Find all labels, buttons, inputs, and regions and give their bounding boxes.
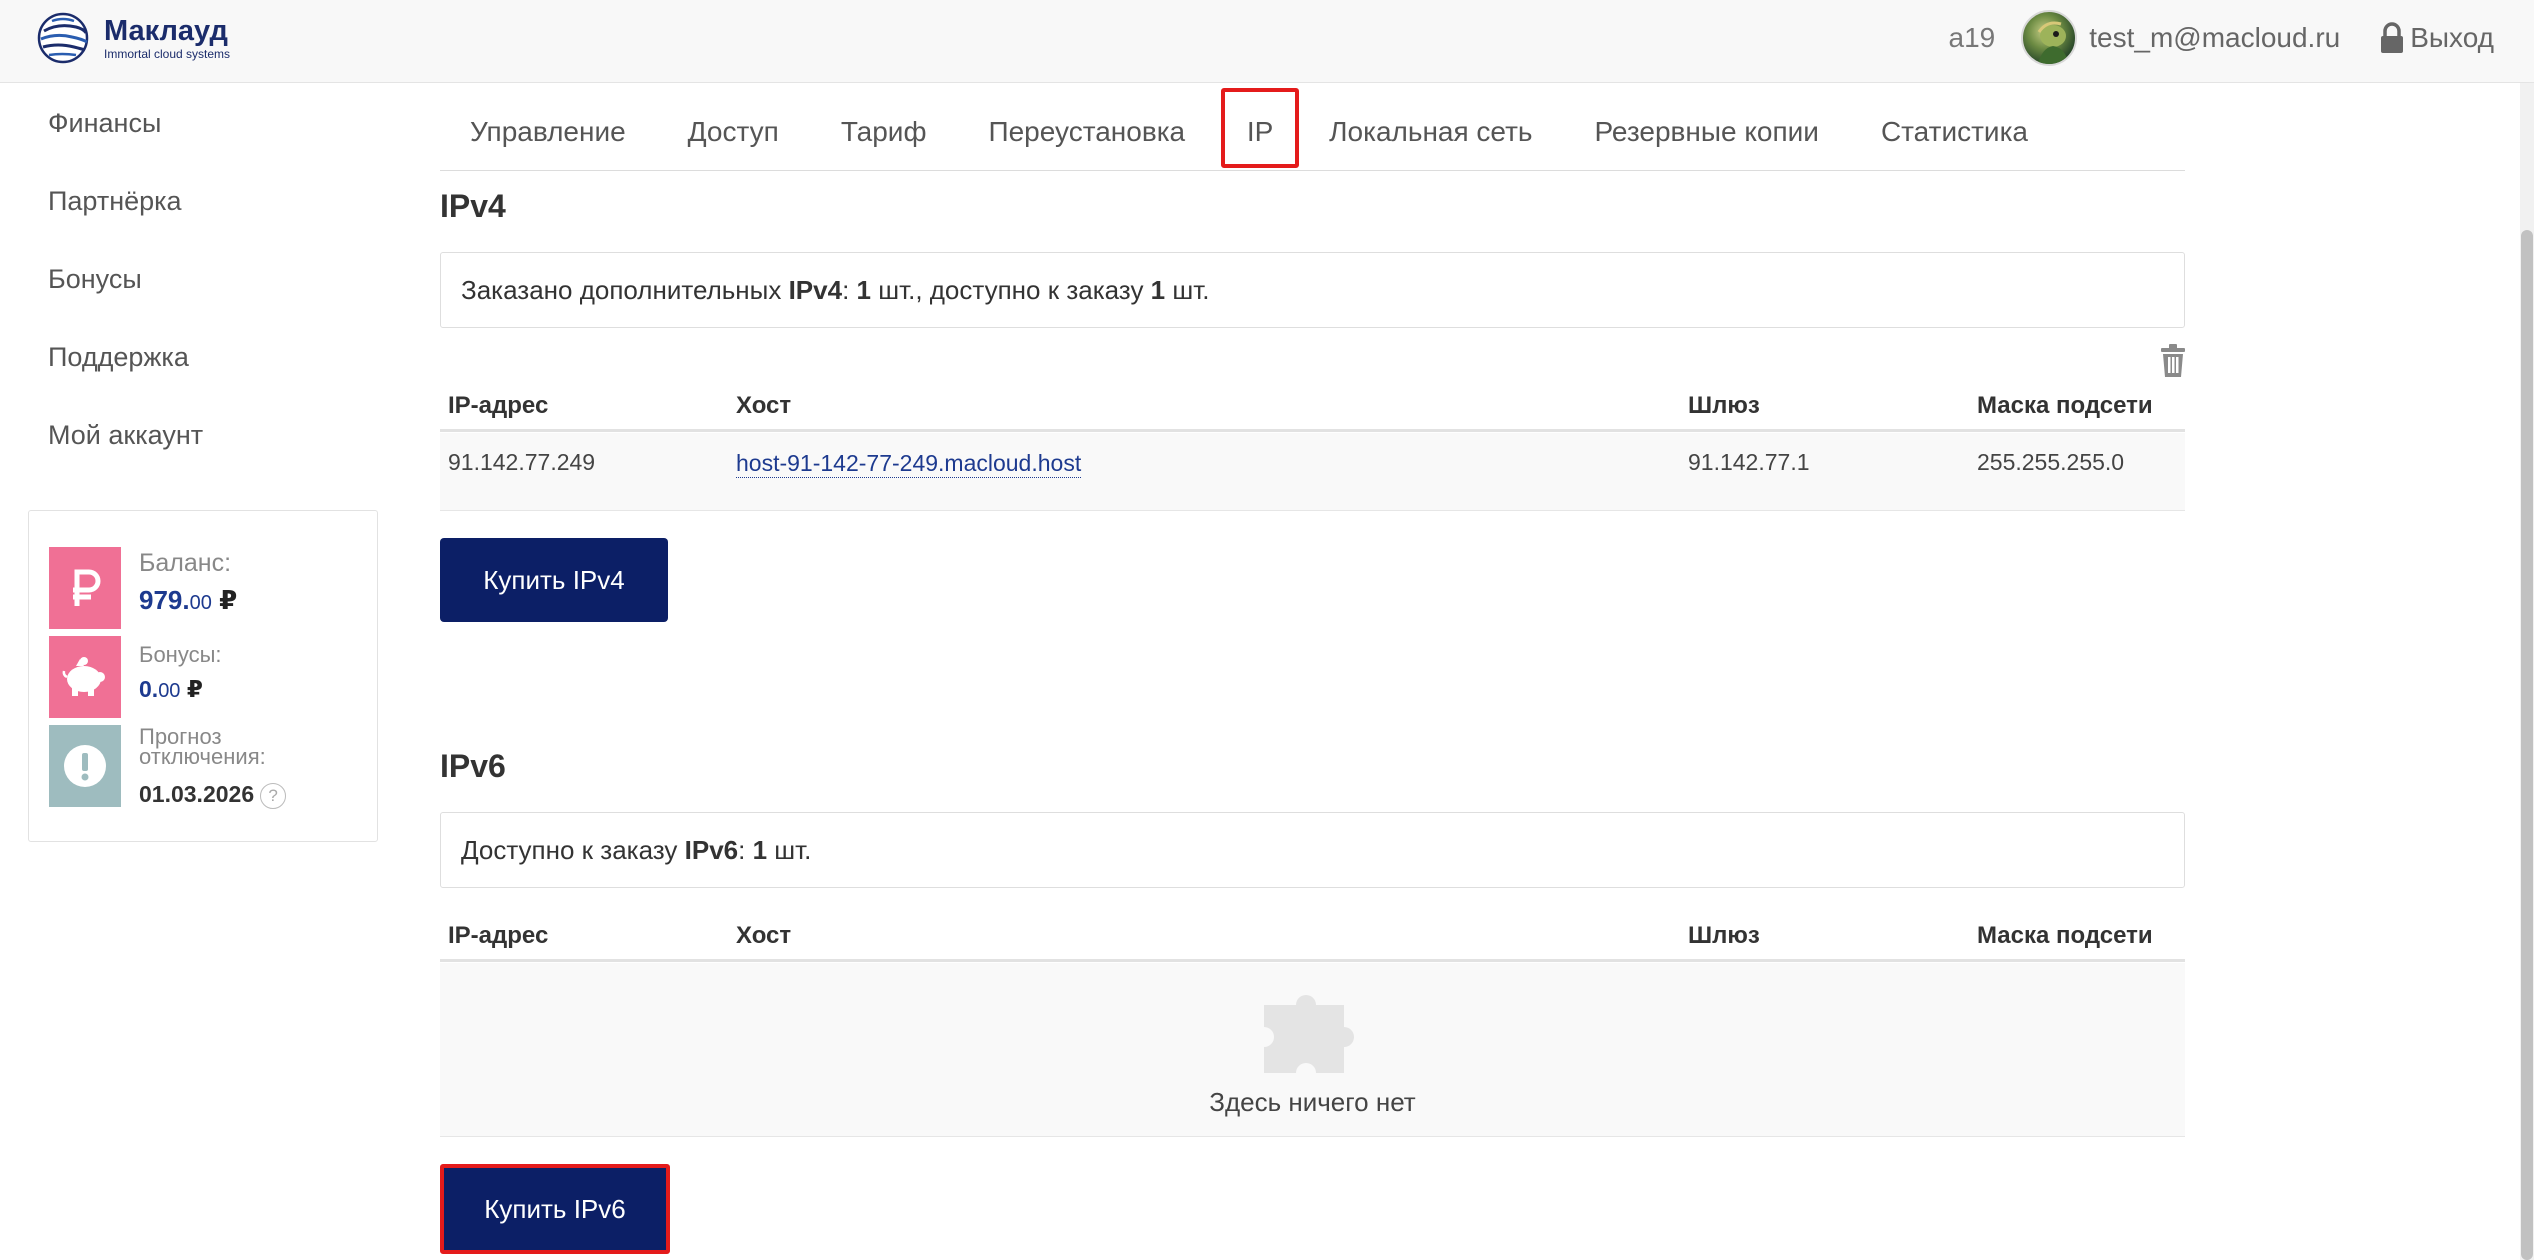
column-gateway: Шлюз <box>1688 922 1760 949</box>
tab-reinstall[interactable]: Переустановка <box>988 90 1185 170</box>
column-gateway: Шлюз <box>1688 392 1760 419</box>
column-ip: IP-адрес <box>448 392 549 419</box>
buy-ipv6-button[interactable]: Купить IPv6 <box>440 1164 670 1254</box>
logo[interactable]: Маклауд Immortal cloud systems <box>36 8 230 68</box>
balance-value: 979.00 ₽ <box>139 585 238 615</box>
column-host: Хост <box>736 922 792 949</box>
tab-tariff[interactable]: Тариф <box>841 90 927 170</box>
user-email[interactable]: test_m@macloud.ru <box>2089 22 2340 54</box>
forecast-row: Прогноз отключения: 01.03.2026? <box>49 724 349 809</box>
server-tabs: Управление Доступ Тариф Переустановка IP… <box>440 88 2185 171</box>
column-host: Хост <box>736 392 792 419</box>
bonus-label: Бонусы: <box>139 642 222 667</box>
sidebar-item-account[interactable]: Мой аккаунт <box>48 412 203 490</box>
ip-address: 91.142.77.249 <box>448 449 596 475</box>
ipv6-table-header: IP-адрес Хост Шлюз Маска подсети <box>440 900 2185 962</box>
ipv6-empty-state: Здесь ничего нет <box>440 963 2185 1137</box>
top-header: Маклауд Immortal cloud systems a19 test_… <box>0 0 2534 83</box>
tab-ip[interactable]: IP <box>1221 88 1300 168</box>
globe-logo-icon <box>37 12 89 64</box>
empty-message: Здесь ничего нет <box>1209 1087 1416 1117</box>
buy-ipv4-button[interactable]: Купить IPv4 <box>440 538 668 622</box>
logout-link[interactable]: Выход <box>2410 22 2494 54</box>
tab-access[interactable]: Доступ <box>688 90 779 170</box>
tab-statistics[interactable]: Статистика <box>1881 90 2028 170</box>
sidebar-item-bonuses[interactable]: Бонусы <box>48 256 203 334</box>
bonus-value: 0.00 ₽ <box>139 676 203 702</box>
scrollbar-thumb[interactable] <box>2521 230 2533 1260</box>
avatar[interactable] <box>2021 10 2078 66</box>
lock-icon <box>2381 22 2404 53</box>
mask-value: 255.255.255.0 <box>1977 449 2125 475</box>
ipv4-table-header: IP-адрес Хост Шлюз Маска подсети <box>440 370 2185 432</box>
forecast-date: 01.03.2026? <box>139 781 287 809</box>
logo-tagline: Immortal cloud systems <box>104 47 231 61</box>
ruble-icon <box>49 547 121 629</box>
gateway-value: 91.142.77.1 <box>1688 449 1810 475</box>
ipv4-title: IPv4 <box>440 188 506 224</box>
column-ip: IP-адрес <box>448 922 549 949</box>
balance-row: Баланс: 979.00 ₽ <box>49 547 349 629</box>
sidebar-item-support[interactable]: Поддержка <box>48 334 203 412</box>
tab-local-network[interactable]: Локальная сеть <box>1329 90 1532 170</box>
tab-management[interactable]: Управление <box>470 90 626 170</box>
logo-name: Маклауд <box>104 15 228 47</box>
bonus-row: Бонусы: 0.00 ₽ <box>49 636 349 718</box>
piggy-bank-icon <box>49 636 121 718</box>
version-label: a19 <box>1948 22 1996 53</box>
help-icon[interactable]: ? <box>260 782 287 809</box>
avatar-image <box>2038 21 2069 64</box>
balance-card: Баланс: 979.00 ₽ Бонусы: 0.00 ₽ Прогноз … <box>28 510 378 842</box>
sidebar-item-finance[interactable]: Финансы <box>48 100 203 178</box>
ipv4-info: Заказано дополнительных IPv4: 1 шт., дос… <box>440 252 2185 328</box>
tab-backups[interactable]: Резервные копии <box>1594 90 1818 170</box>
host-link[interactable]: host-91-142-77-249.macloud.host <box>736 449 1082 478</box>
forecast-label: Прогноз отключения: <box>139 724 266 769</box>
ipv6-info: Доступно к заказу IPv6: 1 шт. <box>440 812 2185 888</box>
balance-label: Баланс: <box>139 549 232 577</box>
table-row: 91.142.77.249 host-91-142-77-249.macloud… <box>440 433 2185 511</box>
ipv6-title: IPv6 <box>440 748 506 784</box>
puzzle-piece-icon <box>1264 995 1355 1073</box>
sidebar-item-partner[interactable]: Партнёрка <box>48 178 203 256</box>
column-mask: Маска подсети <box>1977 392 2153 419</box>
sidebar-nav: Финансы Партнёрка Бонусы Поддержка Мой а… <box>48 100 203 490</box>
column-mask: Маска подсети <box>1977 922 2153 949</box>
exclamation-icon <box>49 725 121 807</box>
